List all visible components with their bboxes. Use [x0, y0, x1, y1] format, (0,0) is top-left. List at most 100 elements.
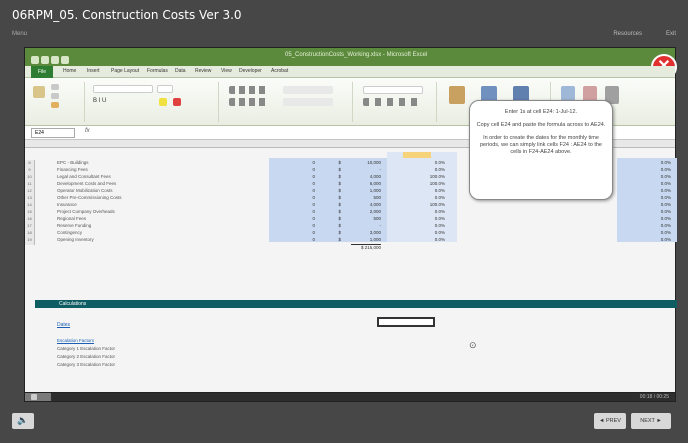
- font-color-icon[interactable]: [173, 98, 181, 106]
- cell-pct[interactable]: 0.0%: [625, 195, 671, 200]
- wrap-text-button[interactable]: [283, 86, 333, 94]
- cost-item-label[interactable]: Financing Fees: [57, 167, 88, 172]
- cell-v1[interactable]: 0: [295, 237, 315, 242]
- cell-v4[interactable]: 0.0%: [415, 167, 445, 172]
- cell-v2[interactable]: $: [331, 167, 341, 172]
- cost-item-label[interactable]: Project Company Overheads: [57, 209, 115, 214]
- number-format-icons[interactable]: [363, 98, 423, 106]
- resources-link[interactable]: Resources: [613, 31, 642, 37]
- cell-v1[interactable]: 0: [295, 202, 315, 207]
- progress-bar[interactable]: 00:18 / 00:25: [24, 392, 676, 402]
- cost-item-label[interactable]: Insurance: [57, 202, 77, 207]
- cell-v4[interactable]: 0.0%: [415, 188, 445, 193]
- cell-v2[interactable]: $: [331, 216, 341, 221]
- cell-pct[interactable]: 0.0%: [625, 202, 671, 207]
- prev-button[interactable]: ◄ PREV: [594, 413, 626, 429]
- cell-v2[interactable]: $: [331, 209, 341, 214]
- cell-pct[interactable]: 0.0%: [625, 160, 671, 165]
- cell-v2[interactable]: $: [331, 202, 341, 207]
- cell-v3[interactable]: 6,000: [351, 181, 381, 186]
- cell-v4[interactable]: 0.0%: [415, 216, 445, 221]
- speaker-icon[interactable]: 🔈: [12, 413, 34, 429]
- tab-home[interactable]: Home: [63, 68, 76, 74]
- cell-v3[interactable]: 2,000: [351, 209, 381, 214]
- cell-pct[interactable]: 0.0%: [625, 216, 671, 221]
- cell-v1[interactable]: 0: [295, 174, 315, 179]
- progress-knob[interactable]: [31, 394, 37, 400]
- font-name-select[interactable]: [93, 85, 153, 93]
- number-format-select[interactable]: [363, 86, 423, 94]
- cell-v4[interactable]: 0.0%: [415, 223, 445, 228]
- total-cell[interactable]: $ 215,000: [351, 244, 381, 250]
- cell-v2[interactable]: $: [331, 181, 341, 186]
- tab-acrobat[interactable]: Acrobat: [271, 68, 288, 74]
- tab-file[interactable]: File: [31, 66, 53, 78]
- tab-page-layout[interactable]: Page Layout: [111, 68, 139, 74]
- next-button[interactable]: NEXT ►: [631, 413, 671, 429]
- cell-v3[interactable]: 10,000: [351, 160, 381, 165]
- cell-v3[interactable]: -: [351, 167, 382, 172]
- paste-icon[interactable]: [33, 86, 45, 98]
- cell-pct[interactable]: 0.0%: [625, 181, 671, 186]
- conditional-formatting-icon[interactable]: [449, 86, 465, 104]
- cost-item-label[interactable]: EPC - Buildings: [57, 160, 89, 165]
- cost-item-label[interactable]: Other Pre-Commissioning Costs: [57, 195, 122, 200]
- cell-v3[interactable]: 1,000: [351, 188, 381, 193]
- cell-v2[interactable]: $: [331, 230, 341, 235]
- cell-v4[interactable]: 100.0%: [415, 202, 445, 207]
- cell-v2[interactable]: $: [331, 237, 341, 242]
- copy-icon[interactable]: [51, 93, 59, 99]
- cell-pct[interactable]: 0.0%: [625, 167, 671, 172]
- cell-v4[interactable]: 0.0%: [415, 230, 445, 235]
- cell-pct[interactable]: 0.0%: [625, 209, 671, 214]
- tab-formulas[interactable]: Formulas: [147, 68, 168, 74]
- name-box[interactable]: E24: [31, 128, 75, 138]
- cell-v3[interactable]: 4,000: [351, 202, 381, 207]
- cell-v1[interactable]: 0: [295, 181, 315, 186]
- cell-v2[interactable]: $: [331, 188, 341, 193]
- cell-v3[interactable]: -: [351, 223, 382, 228]
- row-number[interactable]: 19: [25, 237, 35, 245]
- cell-v2[interactable]: $: [331, 195, 341, 200]
- cell-pct[interactable]: 0.0%: [625, 174, 671, 179]
- quick-access-toolbar[interactable]: [31, 51, 121, 64]
- fx-icon[interactable]: fx: [85, 128, 90, 134]
- indent-icons[interactable]: [229, 98, 269, 106]
- fill-color-icon[interactable]: [159, 98, 167, 106]
- tab-review[interactable]: Review: [195, 68, 211, 74]
- cell-v2[interactable]: $: [331, 174, 341, 179]
- cell-v1[interactable]: 0: [295, 160, 315, 165]
- cost-item-label[interactable]: Legal and Consultant Fees: [57, 174, 111, 179]
- cell-v3[interactable]: 4,000: [351, 174, 381, 179]
- tab-insert[interactable]: Insert: [87, 68, 100, 74]
- cell-v1[interactable]: 0: [295, 209, 315, 214]
- tab-view[interactable]: View: [221, 68, 232, 74]
- cost-item-label[interactable]: Regional Fees: [57, 216, 86, 221]
- cut-icon[interactable]: [51, 84, 59, 90]
- cell-v3[interactable]: 500: [351, 216, 381, 221]
- cell-v3[interactable]: 500: [351, 195, 381, 200]
- tab-data[interactable]: Data: [175, 68, 186, 74]
- cell-v4[interactable]: 0.0%: [415, 209, 445, 214]
- cell-v3[interactable]: 1,000: [351, 237, 381, 242]
- cell-v1[interactable]: 0: [295, 216, 315, 221]
- cost-item-label[interactable]: Operator Mobilization Costs: [57, 188, 113, 193]
- merge-center-button[interactable]: [283, 98, 333, 106]
- align-icons[interactable]: [229, 86, 269, 94]
- cell-v4[interactable]: 0.0%: [415, 195, 445, 200]
- cell-v4[interactable]: 0.0%: [415, 237, 445, 242]
- cell-v1[interactable]: 0: [295, 223, 315, 228]
- format-painter-icon[interactable]: [51, 102, 59, 108]
- cell-v1[interactable]: 0: [295, 230, 315, 235]
- exit-link[interactable]: Exit: [666, 31, 676, 37]
- cell-pct[interactable]: 0.0%: [625, 188, 671, 193]
- cell-v1[interactable]: 0: [295, 167, 315, 172]
- cell-v4[interactable]: 100.0%: [415, 174, 445, 179]
- tab-developer[interactable]: Developer: [239, 68, 262, 74]
- cell-v2[interactable]: $: [331, 160, 341, 165]
- cell-v4[interactable]: 0.0%: [415, 160, 445, 165]
- cell-pct[interactable]: 0.0%: [625, 223, 671, 228]
- bold-italic-underline-icons[interactable]: B I U: [93, 98, 133, 106]
- cost-item-label[interactable]: Opening Inventory: [57, 237, 94, 242]
- cell-v3[interactable]: 3,000: [351, 230, 381, 235]
